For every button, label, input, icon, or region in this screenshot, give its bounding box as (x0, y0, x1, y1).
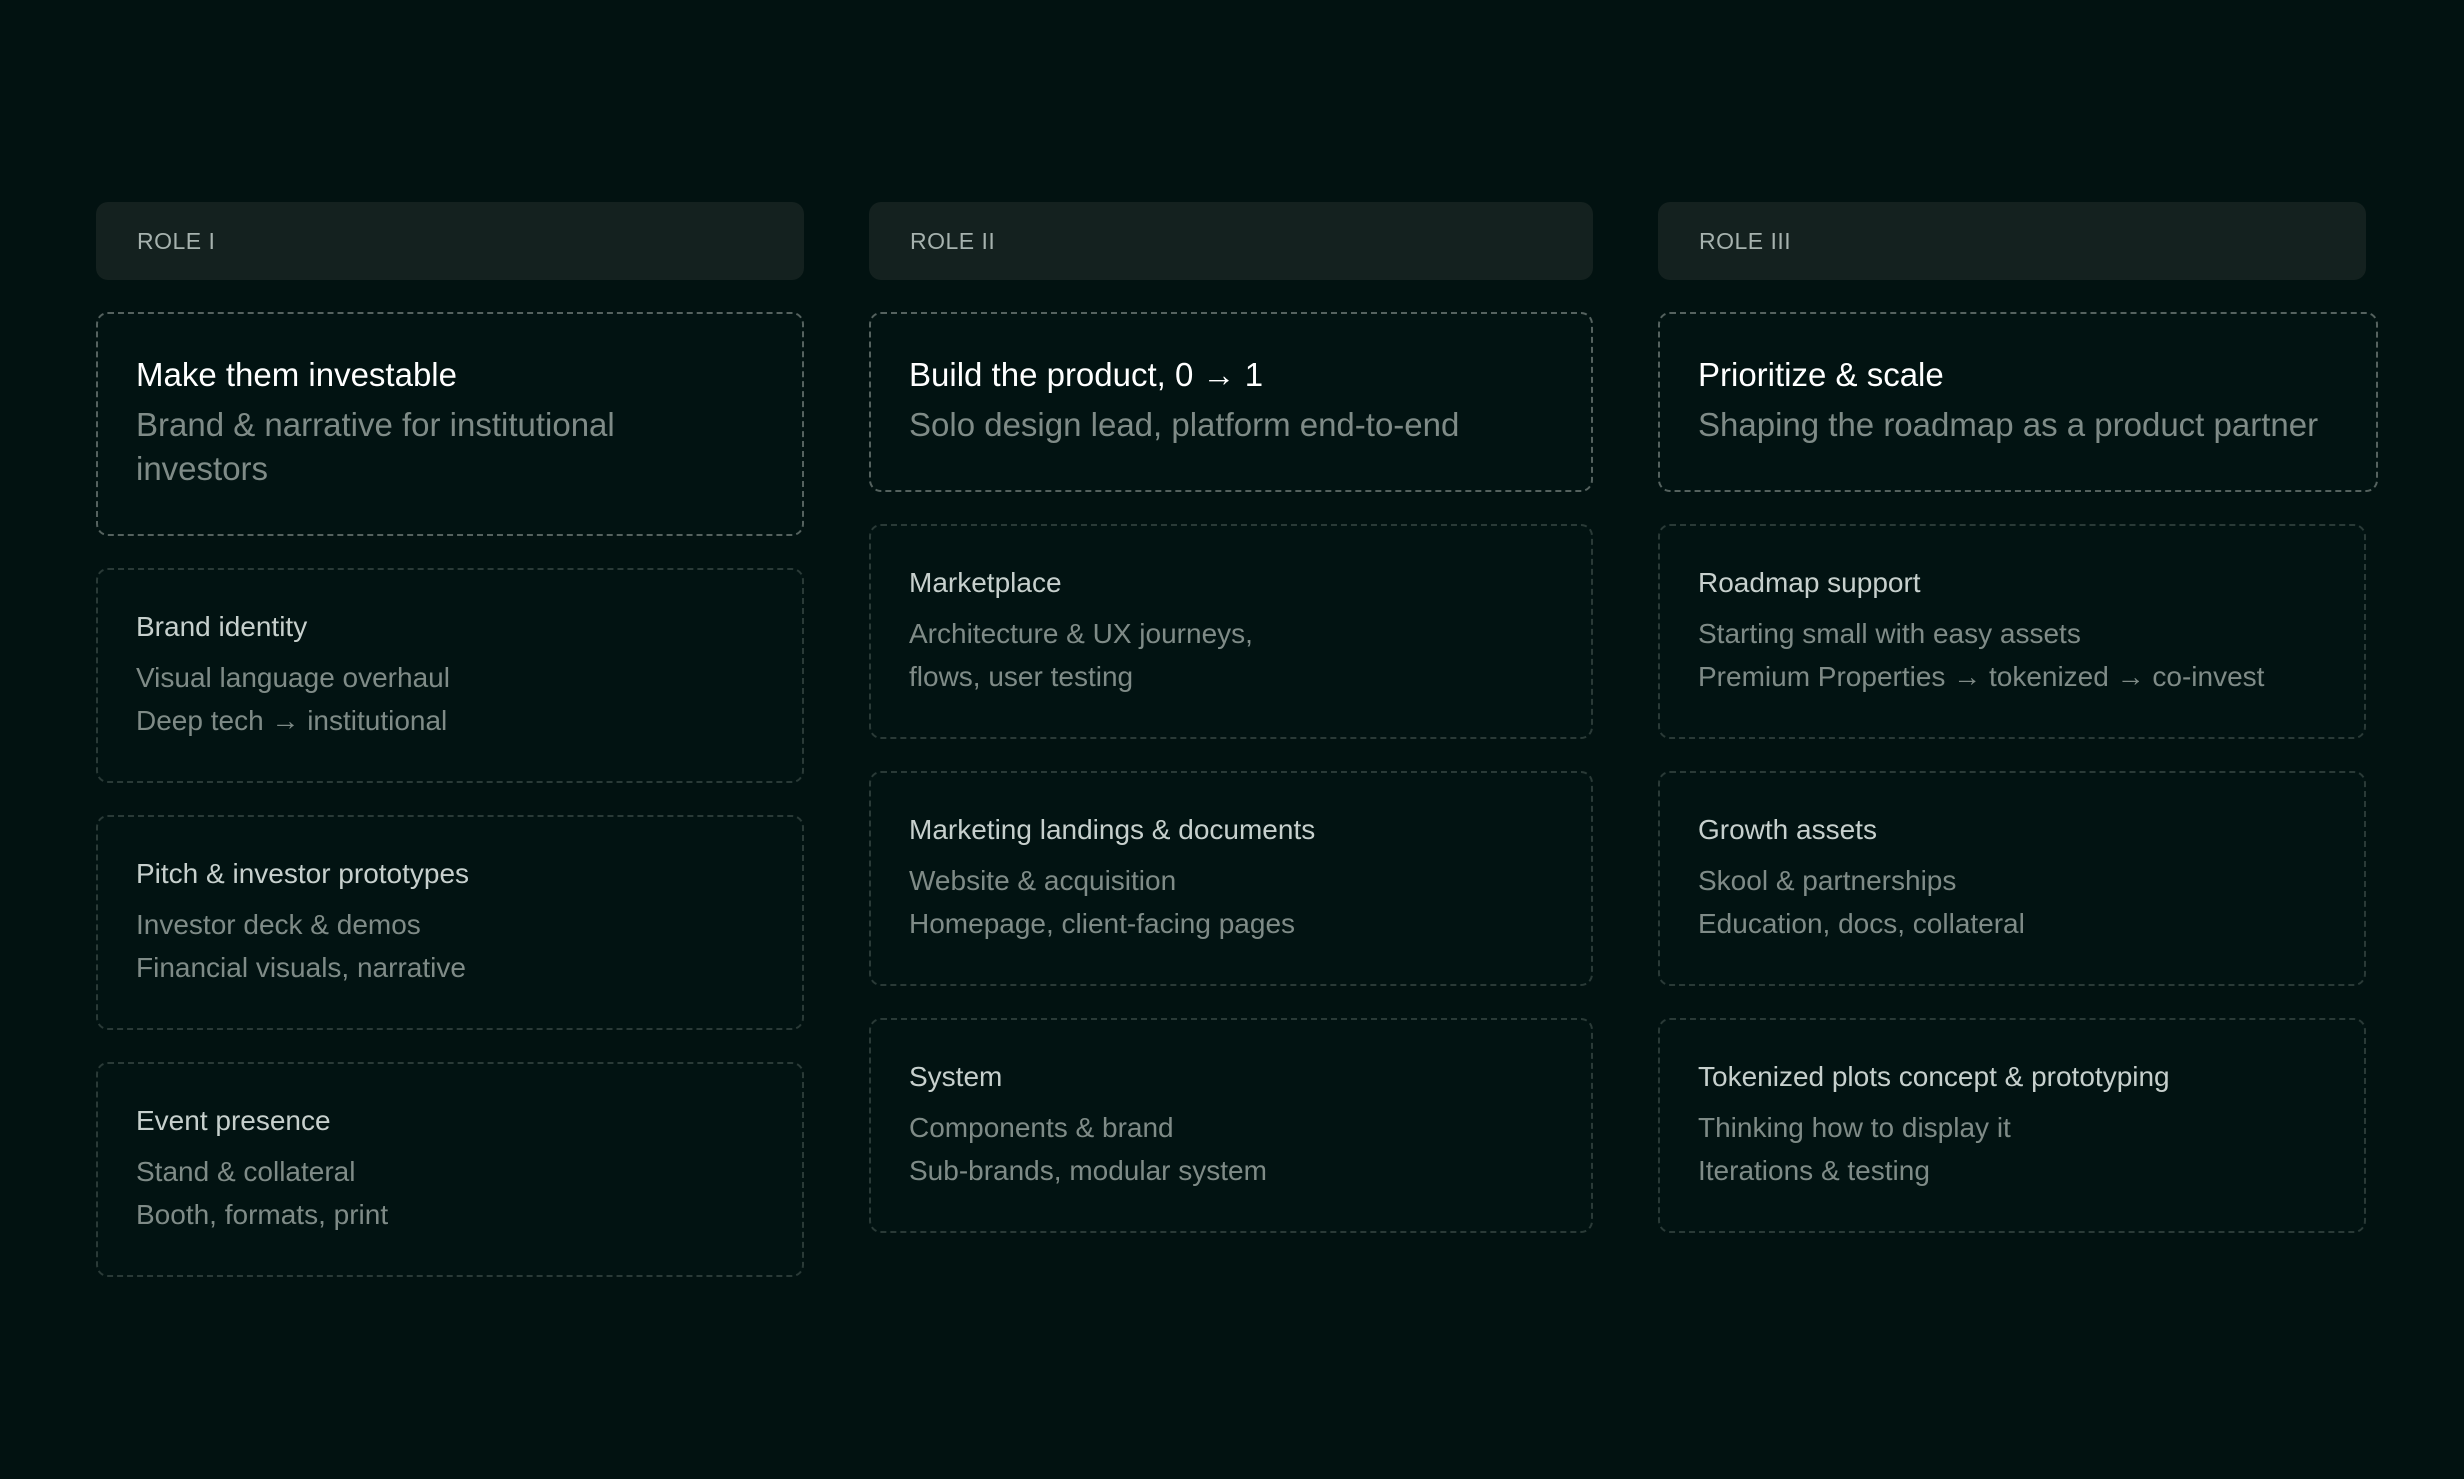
item-line: Thinking how to display it (1698, 1112, 2011, 1143)
role-title: Build the product, 0 → 1 (909, 356, 1264, 393)
item-line: Starting small with easy assets (1698, 618, 2081, 649)
role-title: Make them investable (136, 356, 457, 393)
role-label: ROLE II (910, 227, 996, 254)
item-title: Growth assets (1698, 814, 1877, 845)
role-label: ROLE I (137, 227, 216, 254)
role-label: ROLE III (1699, 227, 1792, 254)
role-title-card: Prioritize & scale Shaping the roadmap a… (1658, 312, 2378, 492)
item-line: flows, user testing (909, 661, 1134, 692)
item-line: Website & acquisition (909, 865, 1177, 896)
item-line: Booth, formats, print (136, 1199, 389, 1230)
role-subtitle: Solo design lead, platform end-to-end (909, 406, 1460, 443)
item-title: Tokenized plots concept & prototyping (1698, 1061, 2170, 1092)
item-card: Event presence Stand & collateral Booth,… (96, 1062, 804, 1277)
role-header: ROLE II (869, 202, 1593, 280)
item-line: Education, docs, collateral (1698, 908, 2025, 939)
item-title: System (909, 1061, 1003, 1092)
role-title-card: Build the product, 0 → 1 Solo design lea… (869, 312, 1593, 492)
role-subtitle: Brand & narrative for institutional inve… (136, 406, 615, 487)
item-card: Growth assets Skool & partnerships Educa… (1658, 771, 2366, 986)
item-line: Components & brand (909, 1112, 1174, 1143)
item-line: Financial visuals, narrative (136, 952, 466, 983)
item-line: Premium Properties → tokenized → co-inve… (1698, 661, 2265, 692)
item-line: Iterations & testing (1698, 1155, 1930, 1186)
item-line: Investor deck & demos (136, 909, 421, 940)
item-line: Homepage, client-facing pages (909, 908, 1296, 939)
item-title: Pitch & investor prototypes (136, 858, 470, 889)
role-title-card: Make them investable Brand & narrative f… (96, 312, 804, 536)
role-title: Prioritize & scale (1698, 356, 1944, 393)
item-line: Visual language overhaul (136, 662, 450, 693)
role-subtitle: Shaping the roadmap as a product partner (1698, 406, 2319, 443)
item-card: Tokenized plots concept & prototyping Th… (1658, 1018, 2366, 1233)
role-header: ROLE III (1658, 202, 2366, 280)
item-card: System Components & brand Sub-brands, mo… (869, 1018, 1593, 1233)
item-line: Architecture & UX journeys, (909, 618, 1253, 649)
item-title: Event presence (136, 1105, 331, 1136)
item-card: Roadmap support Starting small with easy… (1658, 524, 2366, 739)
item-card: Pitch & investor prototypes Investor dec… (96, 815, 804, 1030)
item-line: Skool & partnerships (1698, 865, 1957, 896)
item-line: Deep tech → institutional (136, 705, 448, 736)
item-line: Sub-brands, modular system (909, 1155, 1267, 1186)
item-line: Stand & collateral (136, 1156, 356, 1187)
item-title: Marketplace (909, 567, 1062, 598)
item-title: Brand identity (136, 611, 308, 642)
item-card: Marketplace Architecture & UX journeys, … (869, 524, 1593, 739)
item-card: Brand identity Visual language overhaul … (96, 568, 804, 783)
item-title: Roadmap support (1698, 567, 1921, 598)
item-title: Marketing landings & documents (909, 814, 1316, 845)
role-header: ROLE I (96, 202, 804, 280)
item-card: Marketing landings & documents Website &… (869, 771, 1593, 986)
